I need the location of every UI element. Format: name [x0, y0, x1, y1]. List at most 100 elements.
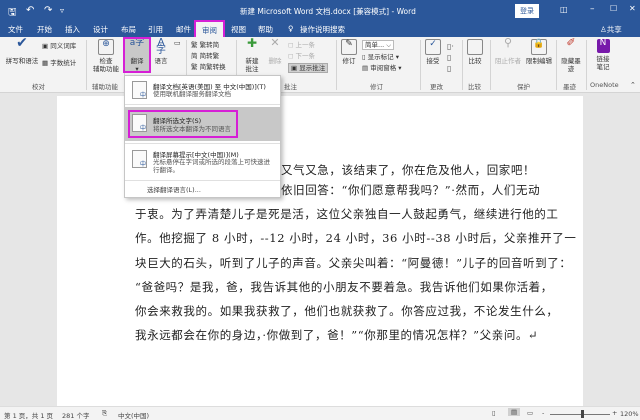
choose-translation-language-item[interactable]: 选择翻译语言(L)...	[125, 184, 280, 196]
undo-icon[interactable]: ↶	[26, 5, 34, 16]
linked-notes-button[interactable]: N 链接 笔记	[590, 39, 616, 71]
accept-button[interactable]: ✓ 接受	[424, 39, 442, 65]
doc-line: 你会来救我的。如果我获救了，他们也就获救了。你答应过我，不论发生什么，	[135, 304, 559, 318]
tab-references[interactable]: 引用	[148, 24, 163, 35]
simp-to-trad-button[interactable]: 简 简转繁	[191, 52, 219, 60]
show-comments-button[interactable]: ▣ 显示批注	[288, 63, 329, 73]
tab-design[interactable]: 设计	[93, 24, 108, 35]
doc-line: 又气又急，该结束了，你在危及他人，回家吧！	[281, 163, 536, 177]
track-changes-icon: ✎	[341, 39, 357, 55]
status-bar: 第 1 页，共 1 页 281 个字 ⎘ 中文(中国) ▯ ▤ ▭ - + 12…	[0, 406, 640, 420]
thesaurus-button[interactable]: ▣ 同义词库	[42, 42, 76, 50]
web-layout-icon[interactable]: ▭	[527, 409, 533, 417]
tell-me-search[interactable]: 操作说明搜索	[300, 24, 345, 35]
customize-quick-access-icon[interactable]: ▿	[60, 6, 64, 15]
translate-dropdown-menu: 中 翻译文档[英语(美国) 至 中文(中国)](T) 使用联机翻译服务翻译文档 …	[124, 75, 281, 198]
minimize-button[interactable]: –	[590, 4, 595, 14]
new-comment-button[interactable]: ✚ 新建 批注	[240, 36, 264, 73]
reviewing-pane-button[interactable]: ▤ 审阅窗格 ▾	[362, 64, 402, 72]
translate-selection-item[interactable]: 中 翻译所选文字(S) 将所选文本翻译为不同语言	[125, 107, 280, 141]
close-button[interactable]: ✕	[629, 4, 636, 13]
language-button[interactable]: A字 语言	[151, 38, 171, 66]
compare-button[interactable]: 比较	[466, 39, 484, 65]
read-mode-icon[interactable]: ▯	[492, 409, 496, 417]
new-comment-icon: ✚	[246, 36, 258, 50]
reject-next-previous-icons[interactable]: ▯· ▯ ▯	[447, 41, 454, 74]
mini-translator-item[interactable]: 中 翻译屏幕提示[中文(中国)](M) 光标悬停在字词或所选的段落上可快速进行翻…	[125, 146, 280, 180]
restrict-editing-icon: 🔒	[531, 39, 547, 55]
lightbulb-icon: ♀	[288, 24, 294, 33]
track-changes-button[interactable]: ✎ 修订	[340, 39, 358, 65]
doc-line: 块巨大的石头，听到了儿子的声音。父亲尖叫着：“阿曼德！”儿子的回音听到了：	[135, 256, 572, 270]
tab-mailings[interactable]: 邮件	[176, 24, 191, 35]
tab-file[interactable]: 文件	[8, 24, 23, 35]
tab-insert[interactable]: 插入	[65, 24, 80, 35]
accessibility-icon: ⊕	[98, 39, 114, 55]
save-icon[interactable]: 🖫	[8, 5, 17, 22]
zoom-level[interactable]: 120%	[620, 410, 639, 418]
tab-layout[interactable]: 布局	[121, 24, 136, 35]
block-authors-button[interactable]: ⚲ 阻止作者	[494, 36, 522, 65]
maximize-button[interactable]: ☐	[610, 4, 617, 13]
redo-icon[interactable]: ↷	[44, 5, 52, 16]
spellcheck-icon: ✔	[16, 35, 28, 51]
translate-icon: a字	[129, 38, 145, 48]
zoom-in-button[interactable]: +	[612, 409, 617, 417]
show-markup-button[interactable]: ▯ 显示标记 ▾	[362, 53, 399, 61]
trad-to-simp-button[interactable]: 繁 繁转简	[191, 41, 219, 49]
block-authors-icon: ⚲	[503, 36, 513, 49]
tab-home[interactable]: 开始	[37, 24, 52, 35]
simp-to-trad-icon: 简	[191, 52, 200, 60]
language-status[interactable]: 中文(中国)	[118, 410, 149, 420]
word-count[interactable]: 281 个字	[62, 410, 89, 420]
share-label: 共享	[606, 25, 622, 34]
doc-line: “爸爸吗？是我，爸，我告诉其他的小朋友不要着急。我告诉他们如果你活着，	[135, 280, 553, 294]
tab-help[interactable]: 帮助	[258, 24, 273, 35]
reviewing-pane-icon: ▤	[362, 64, 371, 72]
chinese-convert-icon: ▭	[174, 39, 181, 47]
hide-ink-icon: ✐	[566, 36, 576, 49]
tab-review[interactable]: 审阅	[194, 20, 225, 39]
print-layout-icon[interactable]: ▤	[508, 408, 521, 416]
zoom-slider-thumb[interactable]	[580, 410, 584, 418]
ribbon-tabs: 文件 开始 插入 设计 布局 引用 邮件 审阅 视图 帮助 ♀ 操作说明搜索 ♙…	[0, 20, 640, 39]
chinese-conversion-icon: 繁	[191, 63, 200, 71]
delete-comment-icon: ✕	[270, 36, 280, 49]
thesaurus-icon: ▣	[42, 42, 51, 50]
hide-ink-button[interactable]: ✐ 隐藏墨 迹	[560, 36, 582, 73]
word-count-button[interactable]: ▦ 字数统计	[42, 59, 76, 67]
mini-translator-icon: 中	[132, 150, 147, 168]
page-count[interactable]: 第 1 页，共 1 页	[4, 410, 53, 420]
restrict-editing-button[interactable]: 🔒 限制编辑	[524, 39, 554, 65]
doc-line: 我永远都会在你的身边，·你做到了，爸！”“你那里的情况怎样？”父亲问。↵	[135, 328, 539, 342]
group-label-ink: 墨迹	[563, 83, 576, 91]
zoom-out-button[interactable]: -	[542, 409, 544, 417]
check-accessibility-button[interactable]: ⊕ 检查 辅助功能	[90, 39, 122, 73]
chinese-conversion-button[interactable]: 繁 简繁转换	[191, 63, 226, 71]
translate-selection-icon: 中	[132, 114, 147, 132]
delete-comment-button[interactable]: ✕ 删除	[266, 36, 284, 65]
onenote-icon: N	[596, 39, 610, 53]
markup-view-dropdown[interactable]: 简单... ⌵	[362, 40, 395, 50]
translate-document-icon: 中	[132, 81, 147, 99]
group-label-comments: 批注	[284, 83, 297, 91]
previous-comment-button[interactable]: ◻ 上一条	[288, 41, 315, 49]
group-label-protect: 保护	[517, 83, 530, 91]
window-title: 新建 Microsoft Word 文档.docx [兼容模式] - Word	[240, 7, 416, 16]
translate-button[interactable]: a字 翻译 ▾	[123, 37, 151, 73]
tab-view[interactable]: 视图	[231, 24, 246, 35]
collapse-ribbon-icon[interactable]: ⌃	[630, 81, 636, 89]
login-button[interactable]: 登录	[515, 4, 539, 18]
next-comment-button[interactable]: ◻ 下一条	[288, 52, 315, 60]
ribbon: ✔ 拼写和语法 ▣ 同义词库 ▦ 字数统计 校对 ⊕ 检查 辅助功能 辅助功能 a字…	[0, 35, 640, 93]
group-label-changes: 更改	[430, 83, 443, 91]
word-count-icon: ▦	[42, 59, 51, 67]
doc-line: 于衷。为了弄清楚儿子是死是活，这位父亲独自一人鼓起勇气，继续进行他的工	[135, 207, 559, 221]
title-bar: 🖫 ↶ ↷ ▿ 新建 Microsoft Word 文档.docx [兼容模式]…	[0, 0, 640, 22]
doc-line: 依旧回答：“你们愿意帮我吗？”·然而，人们无动	[281, 183, 541, 197]
ribbon-display-icon[interactable]: ◫	[560, 5, 568, 14]
translate-document-item[interactable]: 中 翻译文档[英语(美国) 至 中文(中国)](T) 使用联机翻译服务翻译文档	[125, 77, 280, 103]
share-button[interactable]: ♙共享	[600, 24, 622, 35]
proofing-status-icon[interactable]: ⎘	[102, 409, 107, 418]
spelling-grammar-button[interactable]: ✔ 拼写和语法	[4, 35, 40, 65]
